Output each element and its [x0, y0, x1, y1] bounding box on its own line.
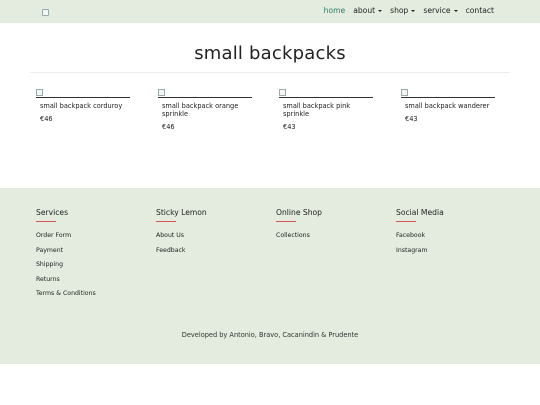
- footer-column-title: Services: [36, 208, 69, 217]
- product-price: €43: [283, 123, 296, 131]
- product-card[interactable]: small backpack orange sprinkle €46: [158, 89, 252, 131]
- broken-image-icon: [401, 89, 408, 96]
- footer-link-returns[interactable]: Returns: [36, 273, 146, 288]
- broken-image-icon: [36, 89, 43, 96]
- product-price: €46: [162, 123, 175, 131]
- caret-down-icon: [378, 10, 383, 12]
- nav-shop[interactable]: shop: [390, 6, 416, 15]
- product-image[interactable]: [36, 89, 130, 98]
- broken-image-icon: [279, 89, 286, 96]
- title-divider: [30, 72, 510, 73]
- product-name[interactable]: small backpack orange sprinkle: [158, 102, 252, 118]
- footer-title-underline: [276, 221, 296, 222]
- footer: Services Order Form Payment Shipping Ret…: [0, 188, 540, 364]
- product-price: €43: [405, 115, 418, 123]
- footer-column-title: Sticky Lemon: [156, 208, 207, 217]
- nav-contact-label: contact: [465, 6, 494, 15]
- nav-about-label: about: [353, 6, 376, 15]
- footer-link-about-us[interactable]: About Us: [156, 229, 266, 244]
- product-grid: small backpack corduroy €46 small backpa…: [36, 89, 506, 135]
- footer-link-payment[interactable]: Payment: [36, 244, 146, 259]
- footer-link-collections[interactable]: Collections: [276, 229, 386, 244]
- product-name[interactable]: small backpack corduroy: [36, 102, 130, 110]
- product-name[interactable]: small backpack pink sprinkle: [279, 102, 373, 118]
- footer-column-title: Online Shop: [276, 208, 323, 217]
- nav-about[interactable]: about: [353, 6, 383, 15]
- caret-down-icon: [453, 10, 458, 12]
- nav-service-label: service: [423, 6, 451, 15]
- footer-column-sticky-lemon: Sticky Lemon About Us Feedback: [156, 208, 266, 258]
- footer-link-feedback[interactable]: Feedback: [156, 244, 266, 259]
- product-price: €46: [40, 115, 53, 123]
- footer-link-facebook[interactable]: Facebook: [396, 229, 506, 244]
- footer-column-title: Social Media: [396, 208, 444, 217]
- footer-credit: Developed by Antonio, Bravo, Cacanindin …: [181, 331, 359, 339]
- product-image[interactable]: [401, 89, 495, 98]
- nav-service[interactable]: service: [423, 6, 458, 15]
- logo-broken-image-icon[interactable]: [42, 9, 49, 16]
- footer-link-terms[interactable]: Terms & Conditions: [36, 287, 146, 302]
- nav-home-label: home: [323, 6, 346, 15]
- product-card[interactable]: small backpack wanderer €43: [401, 89, 495, 123]
- broken-image-icon: [158, 89, 165, 96]
- caret-down-icon: [411, 10, 416, 12]
- footer-column-social-media: Social Media Facebook Instagram: [396, 208, 506, 258]
- footer-title-underline: [36, 221, 56, 222]
- navbar: home about shop service contact: [0, 0, 540, 23]
- nav-contact[interactable]: contact: [466, 6, 494, 15]
- footer-column-online-shop: Online Shop Collections: [276, 208, 386, 244]
- product-card[interactable]: small backpack pink sprinkle €43: [279, 89, 373, 131]
- footer-title-underline: [396, 221, 416, 222]
- footer-link-shipping[interactable]: Shipping: [36, 258, 146, 273]
- nav-shop-label: shop: [390, 6, 409, 15]
- nav-home[interactable]: home: [324, 6, 346, 15]
- footer-column-services: Services Order Form Payment Shipping Ret…: [36, 208, 146, 302]
- main-nav: home about shop service contact: [324, 6, 494, 15]
- product-image[interactable]: [158, 89, 252, 98]
- product-card[interactable]: small backpack corduroy €46: [36, 89, 130, 123]
- product-name[interactable]: small backpack wanderer: [401, 102, 495, 110]
- footer-link-instagram[interactable]: Instagram: [396, 244, 506, 259]
- page-title: small backpacks: [194, 43, 346, 64]
- footer-link-order-form[interactable]: Order Form: [36, 229, 146, 244]
- product-image[interactable]: [279, 89, 373, 98]
- footer-title-underline: [156, 221, 176, 222]
